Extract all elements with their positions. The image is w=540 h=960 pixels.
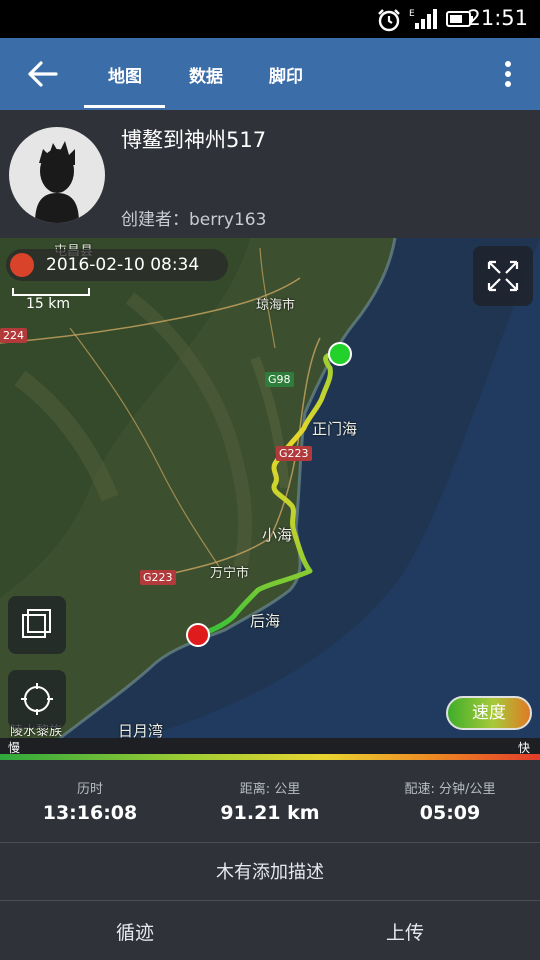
active-tab-indicator: [84, 105, 165, 108]
locate-button[interactable]: [8, 670, 66, 728]
crosshair-icon: [21, 683, 53, 715]
stat-duration: 历时 13:16:08: [0, 778, 180, 824]
stat-value: 91.21 km: [220, 802, 320, 824]
divider: [0, 842, 540, 843]
creator-label: 创建者：berry163: [121, 210, 267, 230]
clock: 21:51: [467, 6, 528, 30]
expand-icon: [487, 260, 519, 292]
signal-icon: E: [409, 9, 437, 29]
map-place-label: 小海: [262, 526, 293, 544]
route-header: 博鳌到神州517 创建者：berry163: [0, 110, 540, 238]
app-bar: 地图 数据 脚印: [0, 38, 540, 110]
tab-data[interactable]: 数据: [170, 62, 242, 87]
more-menu-icon[interactable]: [494, 56, 522, 92]
status-bar: E 21:51: [0, 0, 540, 38]
speed-legend: 慢 快: [0, 738, 540, 755]
stats-panel: 历时 13:16:08 距离: 公里 91.21 km 配速: 分钟/公里 05…: [0, 760, 540, 842]
road-shield: G223: [140, 570, 176, 585]
stat-label: 配速: 分钟/公里: [404, 782, 496, 797]
track-timestamp: 2016-02-10 08:34: [46, 255, 200, 275]
stat-pace: 配速: 分钟/公里 05:09: [360, 778, 540, 824]
divider: [0, 900, 540, 901]
end-marker-icon[interactable]: [184, 621, 212, 649]
satellite-map-background: [0, 238, 540, 738]
avatar[interactable]: [9, 127, 105, 223]
tab-map[interactable]: 地图: [84, 62, 166, 87]
speed-toggle-button[interactable]: 速度: [446, 696, 532, 730]
back-arrow-icon[interactable]: [22, 56, 62, 92]
route-title: 博鳌到神州517: [121, 128, 267, 152]
record-dot-icon: [10, 253, 34, 277]
user-silhouette-icon: [35, 141, 79, 223]
upload-button[interactable]: 上传: [270, 918, 540, 945]
road-shield: G98: [265, 372, 294, 387]
layers-icon: [22, 609, 51, 638]
stat-value: 13:16:08: [42, 802, 138, 824]
svg-text:E: E: [409, 9, 415, 19]
stat-distance: 距离: 公里 91.21 km: [180, 778, 360, 824]
route-description[interactable]: 木有添加描述: [0, 858, 540, 884]
fullscreen-button[interactable]: [473, 246, 533, 306]
track-date-badge: 2016-02-10 08:34: [6, 249, 228, 281]
map-scale-bar: [12, 288, 90, 296]
map-place-label: 万宁市: [210, 566, 250, 581]
map-place-label: 日月湾: [118, 722, 164, 738]
stat-label: 历时: [76, 782, 103, 797]
map-place-label: 琼海市: [256, 298, 296, 313]
map-layers-button[interactable]: [8, 596, 66, 654]
map-place-label: 后海: [250, 612, 281, 630]
start-marker-icon[interactable]: [326, 340, 354, 368]
map-place-label: 正门海: [312, 420, 358, 438]
stat-label: 距离: 公里: [239, 782, 301, 797]
tab-footprint[interactable]: 脚印: [250, 62, 322, 87]
road-shield: G223: [276, 446, 312, 461]
road-shield: 224: [0, 328, 27, 343]
stat-value: 05:09: [419, 802, 481, 824]
map-view[interactable]: 屯昌县 琼海市 正门海 小海 万宁市 后海 日月湾 陵水黎族 224 G98 G…: [0, 238, 540, 738]
follow-track-button[interactable]: 循迹: [0, 918, 270, 945]
map-scale-label: 15 km: [26, 296, 71, 312]
alarm-icon: [378, 9, 400, 32]
